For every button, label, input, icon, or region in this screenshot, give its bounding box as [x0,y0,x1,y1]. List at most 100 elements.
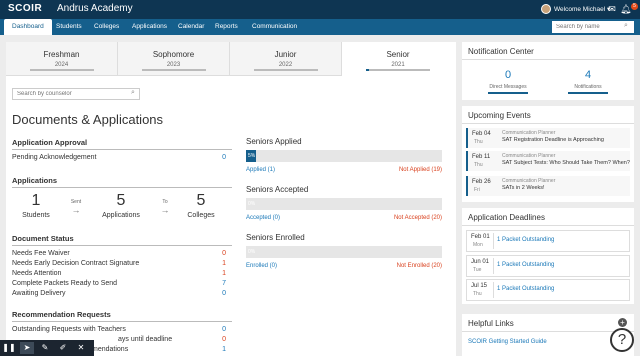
list-item[interactable]: Needs Early Decision Contract Signature … [12,260,226,270]
students-count: 1 [31,192,41,209]
list-item[interactable]: Needs Fee Waiver 0 [12,250,226,260]
divider [12,187,232,188]
deadline-day: Thu [473,291,482,297]
divider [12,149,232,150]
event-date: Feb 26 [472,179,491,185]
year-tab-sophomore[interactable]: Sophomore 2023 [118,42,230,76]
application-deadlines: Application Deadlines Feb 01 Mon 1 Packe… [462,208,634,304]
applied-link[interactable]: Applied (1) [246,167,275,173]
search-icon[interactable]: ⌕ [131,89,135,97]
deadline-text[interactable]: 1 Packet Outstanding [497,286,554,292]
list-item[interactable]: Complete Packets Ready to Send 7 [12,280,226,290]
event-title: SAT Registration Deadline is Approaching [502,137,604,143]
divider [493,282,494,298]
logo-text: SCOIR [8,3,43,14]
tab-students[interactable]: Students [48,19,90,35]
not-accepted-link[interactable]: Not Accepted (20) [346,215,442,221]
year-tab-senior[interactable]: Senior 2021 [342,42,454,76]
highlighter-icon[interactable]: ✐ [56,342,70,354]
direct-messages-count[interactable]: 0 [478,69,538,81]
helpful-links: Helpful Links + SCOIR Getting Started Gu… [462,314,634,356]
year-tab-freshman[interactable]: Freshman 2024 [6,42,118,76]
close-icon[interactable]: ✕ [74,342,88,354]
row-label: Complete Packets Ready to Send [12,280,118,287]
list-item[interactable]: Outstanding Requests with Teachers 0 [12,326,226,336]
enrolled-link[interactable]: Enrolled (0) [246,263,277,269]
tab-reports[interactable]: Reports [207,19,246,35]
chat-icon[interactable]: ✉ [607,4,617,14]
row-value[interactable]: 0 [222,336,226,343]
divider [462,59,634,60]
row-value[interactable]: 0 [222,154,226,161]
event-item[interactable]: Feb 26 Fri Communication Planner SATs in… [466,176,630,196]
search-name-input[interactable] [552,21,634,33]
scoir-logo[interactable]: SCOIR [8,3,42,14]
row-value[interactable]: 0 [222,326,226,333]
seniors-enrolled-title: Seniors Enrolled [246,233,305,242]
upcoming-events-title: Upcoming Events [468,111,531,120]
bell-icon[interactable]: 🔔︎ [620,4,631,14]
document-status-title: Document Status [12,234,74,243]
tab-applications[interactable]: Applications [124,19,175,35]
year-number: 2022 [278,62,293,68]
year-tab-junior[interactable]: Junior 2022 [230,42,342,76]
search-icon[interactable]: ⌕ [624,22,628,30]
year-number: 2021 [391,62,405,68]
row-value[interactable]: 7 [222,280,226,287]
row-label: Needs Attention [12,270,62,277]
tab-colleges[interactable]: Colleges [86,19,127,35]
row-value[interactable]: 1 [222,346,226,353]
not-applied-link[interactable]: Not Applied (19) [346,167,442,173]
event-date: Feb 04 [472,131,491,137]
tab-dashboard[interactable]: Dashboard [4,19,52,35]
deadline-text[interactable]: 1 Packet Outstanding [497,237,554,243]
school-name: Andrus Academy [57,3,133,14]
add-icon[interactable]: + [618,318,627,327]
event-title: SAT Subject Tests: Who Should Take Them?… [502,160,630,166]
help-icon[interactable]: ? [610,328,634,352]
list-item[interactable]: Awaiting Delivery 0 [12,290,226,300]
row-label: Outstanding Requests with Teachers [12,326,126,333]
event-category: Communication Planner [502,178,556,184]
main-panel: Freshman 2024 Sophomore 2023 Junior 2022… [6,42,456,356]
accepted-link[interactable]: Accepted (0) [246,215,280,221]
row-label: Needs Fee Waiver [12,250,70,257]
year-name: Senior [386,50,410,59]
deadline-item[interactable]: Jun 01 Tue 1 Packet Outstanding [466,255,630,277]
deadline-item[interactable]: Feb 01 Mon 1 Packet Outstanding [466,230,630,252]
pause-icon[interactable]: ❚❚ [2,342,16,354]
row-value[interactable]: 1 [222,260,226,267]
avatar[interactable] [541,4,551,14]
row-value[interactable]: 0 [222,290,226,297]
seniors-accepted-title: Seniors Accepted [246,185,309,194]
row-label: Awaiting Delivery [12,290,66,297]
year-number: 2024 [54,62,69,68]
helpful-link[interactable]: SCOIR Getting Started Guide [468,339,547,345]
deadline-text[interactable]: 1 Packet Outstanding [497,262,554,268]
event-day: Fri [474,187,480,193]
row-value[interactable]: 1 [222,270,226,277]
list-item[interactable]: Pending Acknowledgement 0 [12,154,226,164]
pen-icon[interactable]: ✎ [38,342,52,354]
event-item[interactable]: Feb 04 Thu Communication Planner SAT Reg… [466,128,630,148]
colleges-label: Colleges [187,212,215,219]
deadline-item[interactable]: Jul 15 Thu 1 Packet Outstanding [466,279,630,301]
pointer-icon[interactable]: ➤ [20,342,34,354]
deadline-day: Tue [473,267,482,273]
counselor-search-input[interactable] [12,88,140,100]
deadline-date: Jul 15 [471,283,488,289]
divider [493,233,494,249]
not-enrolled-link[interactable]: Not Enrolled (20) [346,263,442,269]
user-menu[interactable]: Welcome Michael ▾ [554,5,610,13]
progress-label: 0% [248,249,256,255]
direct-messages-label: Direct Messages [489,84,527,90]
notification-center-title: Notification Center [468,47,534,56]
list-item[interactable]: Needs Attention 1 [12,270,226,280]
year-number: 2023 [166,62,181,68]
event-date: Feb 11 [472,154,491,160]
event-day: Thu [474,162,483,168]
notifications-count[interactable]: 4 [558,69,618,81]
row-value[interactable]: 0 [222,250,226,257]
tab-communication[interactable]: Communication [244,19,305,35]
event-item[interactable]: Feb 11 Thu Communication Planner SAT Sub… [466,151,630,171]
